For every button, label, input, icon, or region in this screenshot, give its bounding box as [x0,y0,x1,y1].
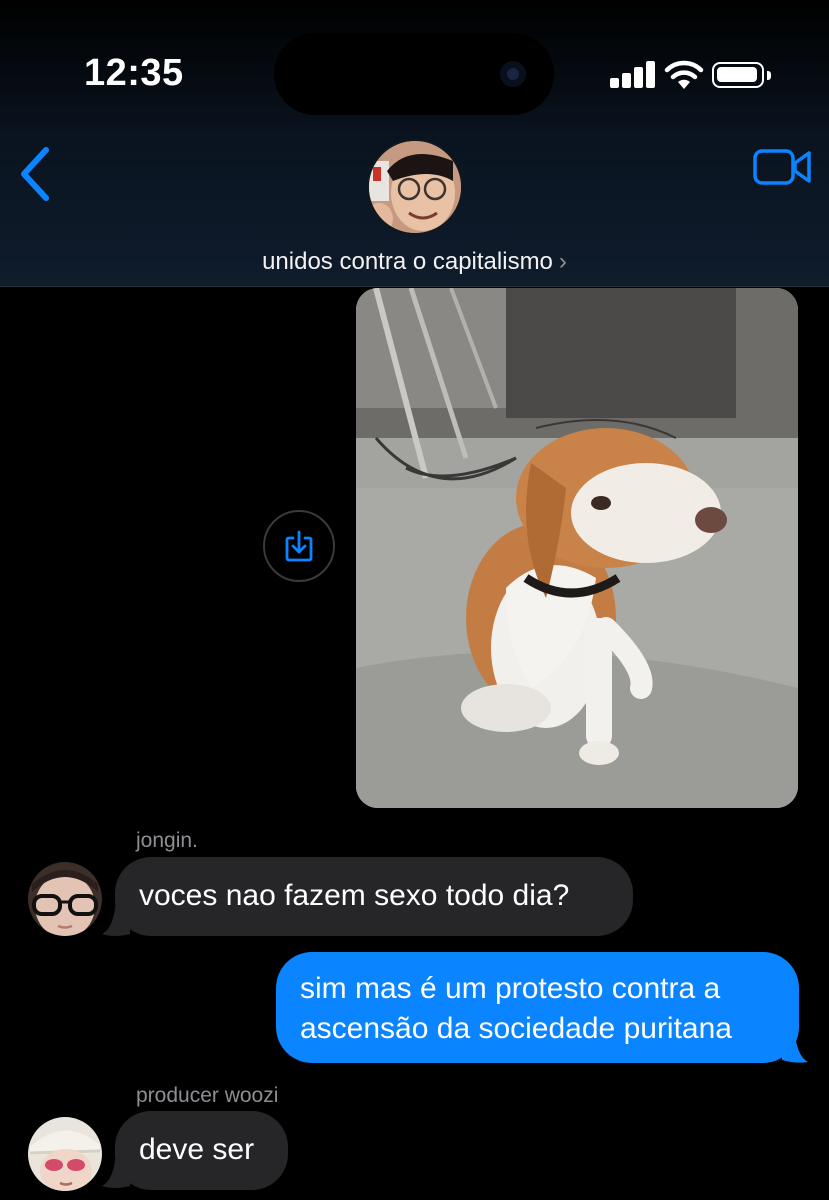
message-text-line-1: sim mas é um protesto contra a [300,972,721,1005]
status-time: 12:35 [84,52,184,94]
battery-icon [712,62,764,88]
cellular-signal-icon [608,58,658,92]
conversation-header: 12:35 unidos contra o capitalismo › [0,0,829,287]
message-bubble-producer-woozi[interactable]: deve ser [115,1111,288,1190]
dog-photo [356,288,798,808]
message-text-line-2: ascensão da sociedade puritana [300,1012,732,1045]
sender-label-jongin: jongin. [136,829,198,852]
message-bubble-me[interactable]: sim mas é um protesto contra a ascensão … [276,952,799,1063]
dog-photo-message[interactable] [356,288,798,808]
group-avatar-photo [369,141,461,233]
battery-cap [767,71,771,80]
message-text: deve ser [139,1133,255,1166]
message-bubble-jongin[interactable]: voces nao fazem sexo todo dia? [115,857,633,936]
chevron-left-icon[interactable] [14,146,58,202]
save-image-button[interactable] [263,510,335,582]
status-icons [608,58,778,92]
front-camera-icon [500,61,526,87]
chevron-right-icon: › [558,248,567,275]
avatar-jongin-photo [28,862,102,936]
sender-label-producer-woozi: producer woozi [136,1084,279,1107]
message-text: voces nao fazem sexo todo dia? [139,879,570,912]
avatar-jongin[interactable] [28,862,102,936]
dynamic-island [274,33,554,115]
group-name[interactable]: unidos contra o capitalismo [262,248,553,275]
wifi-icon [664,60,704,89]
group-name-row[interactable]: unidos contra o capitalismo › [0,248,829,276]
avatar-producer-woozi[interactable] [28,1117,102,1191]
save-download-icon [285,530,313,562]
avatar-producer-woozi-photo [28,1117,102,1191]
video-camera-icon[interactable] [752,147,814,187]
group-avatar[interactable] [367,139,463,235]
